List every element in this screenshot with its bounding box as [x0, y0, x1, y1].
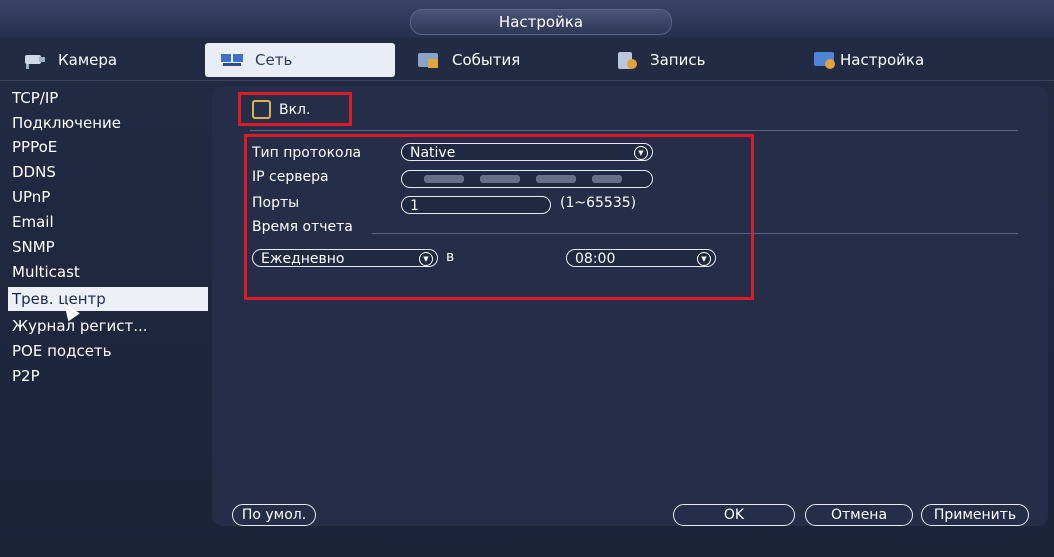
record-icon	[618, 52, 637, 69]
tab-settings[interactable]: Настройка	[798, 43, 988, 77]
tab-label: Настройка	[840, 51, 925, 69]
at-label: в	[446, 249, 455, 265]
tab-label: События	[452, 51, 521, 69]
port-label: Порты	[252, 195, 300, 211]
settings-icon	[814, 52, 835, 69]
divider	[250, 130, 1018, 131]
port-field[interactable]: 1	[401, 196, 551, 214]
time-select[interactable]: 08:00 ▼	[566, 249, 716, 267]
sidebar: TCP/IP Подключение PPPoE DDNS UPnP Email…	[8, 86, 208, 526]
main-tabs: Камера Сеть События Запись Настройка	[0, 40, 1054, 81]
sidebar-item-ddns[interactable]: DDNS	[8, 160, 208, 184]
sidebar-item-pppoe[interactable]: PPPoE	[8, 135, 208, 159]
divider	[372, 233, 1018, 234]
redacted-ip-segment	[536, 175, 576, 183]
report-time-label: Время отчета	[252, 219, 353, 235]
network-icon	[221, 54, 243, 66]
camera-icon	[25, 55, 45, 69]
redacted-ip-segment	[592, 175, 622, 183]
port-range-hint: (1~65535)	[560, 195, 637, 211]
enable-label: Вкл.	[279, 101, 311, 118]
protocol-select[interactable]: Native ▼	[401, 143, 653, 161]
tab-record[interactable]: Запись	[600, 43, 790, 77]
tab-camera[interactable]: Камера	[8, 43, 198, 77]
redacted-ip-segment	[480, 175, 520, 183]
protocol-value: Native	[410, 145, 456, 161]
sidebar-item-multicast[interactable]: Multicast	[8, 260, 208, 284]
sidebar-item-tcpip[interactable]: TCP/IP	[8, 86, 208, 110]
server-ip-label: IP сервера	[252, 169, 329, 185]
server-ip-field[interactable]	[401, 170, 653, 188]
tab-label: Камера	[58, 51, 118, 69]
default-button[interactable]: По умол.	[232, 504, 316, 526]
window-title: Настройка	[410, 9, 672, 35]
tab-events[interactable]: События	[402, 43, 592, 77]
sidebar-item-p2p[interactable]: P2P	[8, 364, 208, 388]
title-bar: Настройка	[0, 0, 1054, 38]
sidebar-item-poe-subnet[interactable]: POE подсеть	[8, 339, 208, 363]
tab-network[interactable]: Сеть	[205, 43, 395, 77]
sidebar-item-upnp[interactable]: UPnP	[8, 185, 208, 209]
events-icon	[418, 53, 438, 68]
chevron-down-icon: ▼	[419, 252, 433, 266]
time-value: 08:00	[575, 251, 616, 267]
sidebar-item-alarm-center[interactable]: Трев. центр	[8, 287, 208, 311]
ok-button[interactable]: OK	[673, 504, 795, 526]
cancel-button[interactable]: Отмена	[805, 504, 913, 526]
apply-button[interactable]: Применить	[921, 504, 1029, 526]
sidebar-item-snmp[interactable]: SNMP	[8, 235, 208, 259]
sidebar-item-email[interactable]: Email	[8, 210, 208, 234]
protocol-label: Тип протокола	[252, 145, 362, 161]
frequency-value: Ежедневно	[261, 251, 345, 267]
settings-window: Настройка Камера Сеть События Запись Нас…	[0, 0, 1054, 557]
tab-label: Сеть	[255, 51, 293, 69]
tab-label: Запись	[650, 51, 706, 69]
sidebar-item-connection[interactable]: Подключение	[8, 111, 208, 135]
enable-checkbox[interactable]	[252, 100, 271, 119]
frequency-select[interactable]: Ежедневно ▼	[252, 249, 438, 267]
redacted-ip-segment	[424, 175, 464, 183]
chevron-down-icon: ▼	[697, 252, 711, 266]
chevron-down-icon: ▼	[634, 146, 648, 160]
enable-toggle[interactable]: Вкл.	[252, 100, 310, 119]
sidebar-item-log[interactable]: Журнал регист...	[8, 314, 208, 338]
